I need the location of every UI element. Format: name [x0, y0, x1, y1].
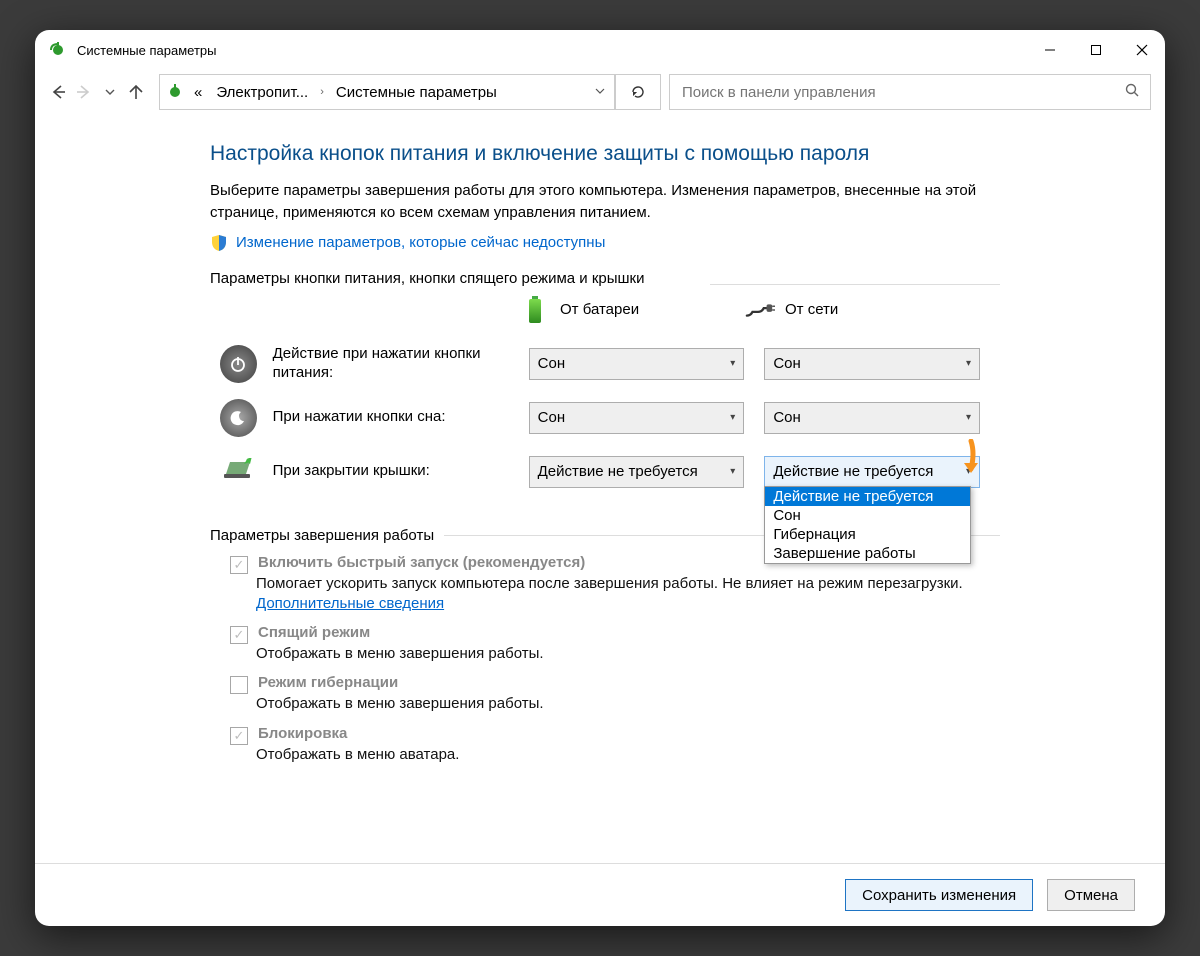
refresh-button[interactable] — [615, 74, 661, 110]
save-button[interactable]: Сохранить изменения — [845, 879, 1033, 911]
footer: Сохранить изменения Отмена — [35, 863, 1165, 926]
address-bar[interactable]: « Электропит... › Системные параметры — [159, 74, 615, 110]
select-power-button-battery[interactable]: Сон▾ — [529, 348, 745, 380]
chevron-down-icon[interactable] — [592, 85, 608, 100]
breadcrumb-seg-2[interactable]: Системные параметры — [332, 84, 501, 101]
row-lid-close: При закрытии крышки: Действие не требует… — [210, 445, 1000, 499]
search-box[interactable] — [669, 74, 1151, 110]
search-icon — [1125, 83, 1140, 102]
hibernate-desc: Отображать в меню завершения работы. — [256, 694, 1000, 714]
checkbox-icon: ✓ — [230, 727, 248, 745]
lock-desc: Отображать в меню аватара. — [256, 745, 1000, 765]
cancel-button[interactable]: Отмена — [1047, 879, 1135, 911]
select-sleep-button-plugged[interactable]: Сон▾ — [764, 402, 980, 434]
shield-icon — [210, 234, 228, 252]
checkbox-hibernate[interactable]: ✓ Режим гибернации — [230, 674, 1000, 694]
dropdown-option[interactable]: Завершение работы — [765, 544, 970, 563]
admin-link[interactable]: Изменение параметров, которые сейчас нед… — [236, 234, 605, 251]
column-plugged: От сети — [745, 293, 970, 327]
breadcrumb-seg-1[interactable]: Электропит... — [212, 84, 312, 101]
up-button[interactable] — [127, 83, 145, 101]
dropdown-option[interactable]: Действие не требуется — [765, 487, 970, 506]
select-sleep-button-battery[interactable]: Сон▾ — [529, 402, 745, 434]
back-button[interactable] — [49, 83, 67, 101]
system-settings-window: Системные параметры « Электропит... › С — [35, 30, 1165, 926]
dropdown-option[interactable]: Гибернация — [765, 525, 970, 544]
select-lid-battery[interactable]: Действие не требуется▾ — [529, 456, 745, 488]
maximize-button[interactable] — [1073, 30, 1119, 70]
fast-startup-desc: Помогает ускорить запуск компьютера посл… — [256, 574, 1000, 615]
checkbox-icon: ✓ — [230, 556, 248, 574]
sleep-button-icon — [220, 399, 257, 437]
annotation-arrow-icon — [957, 439, 985, 479]
window-title: Системные параметры — [77, 43, 216, 58]
checkbox-lock[interactable]: ✓ Блокировка — [230, 725, 1000, 745]
section-shutdown-title: Параметры завершения работы — [210, 527, 434, 544]
dropdown-lid-plugged: Действие не требуется Сон Гибернация Зав… — [764, 486, 971, 564]
nav-arrows — [49, 83, 145, 101]
row-power-button-label: Действие при нажатии кнопки питания: — [273, 345, 529, 383]
nav-row: « Электропит... › Системные параметры — [35, 70, 1165, 114]
row-power-button: Действие при нажатии кнопки питания: Сон… — [210, 337, 1000, 391]
row-lid-label: При закрытии крышки: — [273, 462, 529, 481]
lid-icon — [220, 453, 257, 491]
learn-more-link[interactable]: Дополнительные сведения — [256, 595, 444, 612]
minimize-button[interactable] — [1027, 30, 1073, 70]
power-button-icon — [220, 345, 257, 383]
app-icon — [49, 41, 67, 59]
forward-button[interactable] — [75, 83, 93, 101]
search-input[interactable] — [680, 83, 1125, 102]
power-options-icon — [166, 83, 184, 101]
breadcrumb-root[interactable]: « — [190, 84, 206, 101]
row-sleep-button-label: При нажатии кнопки сна: — [273, 408, 529, 427]
page-title: Настройка кнопок питания и включение защ… — [210, 142, 1000, 166]
column-battery: От батареи — [520, 293, 745, 327]
row-sleep-button: При нажатии кнопки сна: Сон▾ Сон▾ — [210, 391, 1000, 445]
chevron-right-icon[interactable]: › — [318, 86, 326, 98]
titlebar: Системные параметры — [35, 30, 1165, 70]
recent-dropdown[interactable] — [101, 83, 119, 101]
select-lid-plugged[interactable]: Действие не требуется▾ Действие не требу… — [764, 456, 980, 488]
select-power-button-plugged[interactable]: Сон▾ — [764, 348, 980, 380]
sleep-desc: Отображать в меню завершения работы. — [256, 644, 1000, 664]
plug-icon — [745, 293, 775, 327]
page-description: Выберите параметры завершения работы для… — [210, 180, 1000, 224]
checkbox-icon: ✓ — [230, 626, 248, 644]
content-area: Настройка кнопок питания и включение защ… — [35, 114, 1165, 863]
battery-icon — [520, 293, 550, 327]
close-button[interactable] — [1119, 30, 1165, 70]
checkbox-sleep[interactable]: ✓ Спящий режим — [230, 624, 1000, 644]
dropdown-option[interactable]: Сон — [765, 506, 970, 525]
checkbox-icon: ✓ — [230, 676, 248, 694]
